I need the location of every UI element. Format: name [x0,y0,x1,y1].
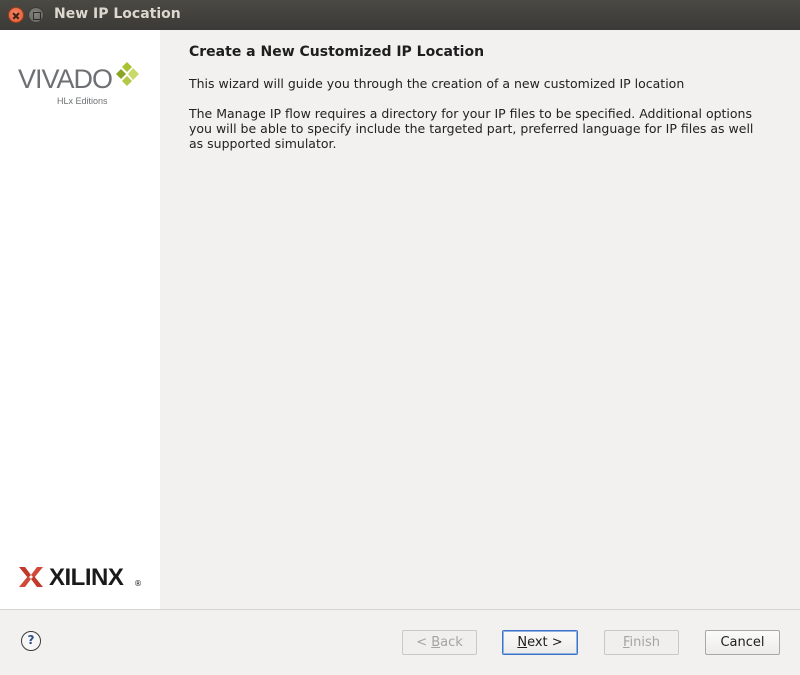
help-button[interactable]: ? [21,631,41,651]
registered-mark: ® [134,579,142,588]
page-title: Create a New Customized IP Location [189,44,485,60]
cancel-button[interactable]: Cancel [705,630,780,655]
vivado-logo-subtitle: HLx Editions [57,96,108,106]
back-button-prefix: < [416,635,432,650]
description-paragraph: The Manage IP flow requires a directory … [189,106,754,151]
back-button-mnemonic: B [431,635,441,650]
finish-button[interactable]: Finish [604,630,679,655]
footer-divider [0,609,800,610]
back-button[interactable]: < Back [402,630,477,655]
vivado-logo-word: VIVADO [18,64,113,94]
xilinx-logo-word: XILINX [49,564,124,591]
intro-paragraph: This wizard will guide you through the c… [189,76,685,91]
maximize-window-button[interactable] [28,7,44,23]
next-button-label: ext > [527,635,563,650]
next-button[interactable]: Next > [502,630,578,655]
next-button-mnemonic: N [517,635,528,650]
close-window-button[interactable] [8,7,24,23]
wizard-content: Create a New Customized IP Location This… [160,30,800,609]
window-titlebar: New IP Location [0,0,800,30]
xilinx-x-icon [19,567,43,587]
finish-button-label: inish [629,635,661,650]
wizard-sidebar: VIVADO HLx Editions XILINX ® [0,30,160,609]
window-title: New IP Location [54,6,181,22]
vivado-diamond-icon [116,62,139,86]
back-button-label: ack [440,635,463,650]
xilinx-logo: XILINX ® [18,564,148,595]
vivado-logo: VIVADO HLx Editions [18,60,143,130]
